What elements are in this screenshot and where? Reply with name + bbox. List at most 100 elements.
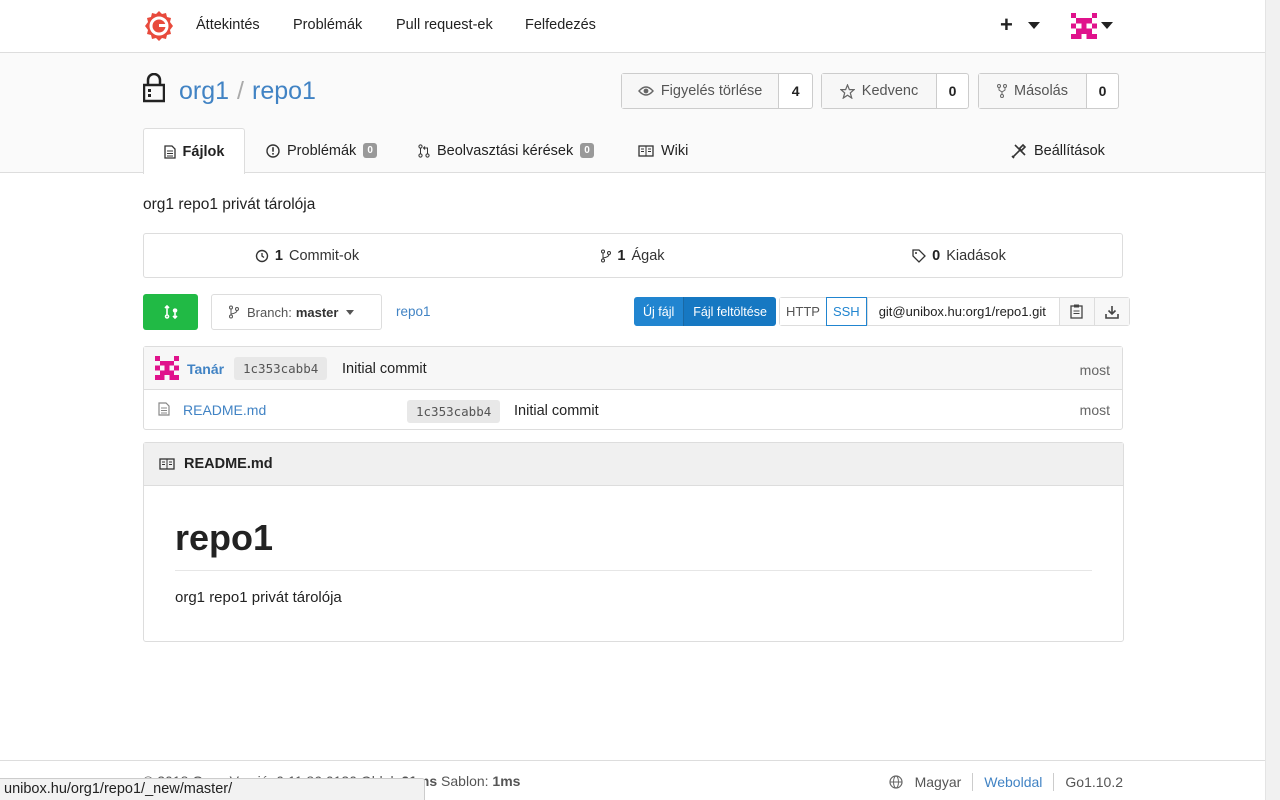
nav-issues[interactable]: Problémák [293,17,362,33]
readme-body: org1 repo1 privát tárolója [175,589,342,606]
new-file-button[interactable]: Új fájl [634,297,684,326]
fork-icon [997,84,1007,98]
clone-panel: HTTP SSH git@unibox.hu:org1/repo1.git [779,297,1130,326]
commit-author-avatar[interactable] [155,356,179,380]
git-pull-request-icon [418,143,430,158]
repo-header: org1/repo1 Figyelés törlése 4 Kedvenc 0 … [0,53,1265,174]
chevron-down-icon [346,309,355,315]
tab-settings[interactable]: Beállítások [1011,128,1105,173]
book-icon [159,458,175,470]
latest-commit-row: Tanár 1c353cabb4 Initial commit most [144,347,1122,390]
unwatch-label: Figyelés törlése [660,83,763,99]
star-button-group: Kedvenc 0 [821,73,969,109]
fork-button[interactable]: Másolás [979,74,1087,108]
footer-divider [1053,773,1055,791]
tab-issues-label: Problémák [287,142,357,159]
readme-heading: repo1 [175,517,274,558]
watchers-count[interactable]: 4 [779,74,812,108]
clipboard-icon [1070,304,1083,319]
tab-wiki[interactable]: Wiki [638,128,688,173]
branches-label: Ágak [631,247,665,264]
file-commit-time: most [1079,402,1110,418]
tab-pulls-label: Beolvasztási kérések [437,142,574,159]
unwatch-button[interactable]: Figyelés törlése [622,74,780,108]
website-link[interactable]: Weboldal [984,774,1042,790]
http-clone-button[interactable]: HTTP [780,298,826,325]
commits-count: 1 [274,247,283,264]
repo-owner-link[interactable]: org1 [179,77,229,105]
browser-status-bar: unibox.hu/org1/repo1/_new/master/ [0,778,425,800]
git-branch-icon [601,249,612,263]
download-archive-button[interactable] [1093,298,1129,325]
clone-url-input[interactable]: git@unibox.hu:org1/repo1.git [866,298,1059,325]
releases-count: 0 [932,247,941,264]
branch-selector[interactable]: Branch: master [211,294,382,330]
readme-panel: README.md repo1 org1 repo1 privát tároló… [143,442,1124,642]
file-actions-group: Új fájl Fájl feltöltése [634,297,776,326]
file-text-icon [163,144,176,159]
user-dropdown-caret-icon[interactable] [1101,22,1113,29]
nav-pulls[interactable]: Pull request-ek [396,17,493,33]
create-new-plus-icon[interactable]: + [1000,14,1013,36]
nav-dashboard[interactable]: Áttekintés [196,17,260,33]
tab-issues[interactable]: Problémák 0 [266,128,377,173]
ssh-clone-button[interactable]: SSH [825,297,867,326]
copy-clone-url-button[interactable] [1058,298,1094,325]
create-dropdown-caret-icon[interactable] [1028,22,1040,29]
readme-filename: README.md [184,456,273,472]
releases-stat-link[interactable]: 0 Kiadások [796,234,1122,277]
fork-button-group: Másolás 0 [978,73,1119,109]
forks-count[interactable]: 0 [1087,74,1118,108]
file-row: README.md 1c353cabb4 Initial commit most [144,390,1122,430]
file-table: Tanár 1c353cabb4 Initial commit most REA… [143,346,1123,430]
file-commit-sha-link[interactable]: 1c353cabb4 [407,400,501,423]
tab-pull-requests[interactable]: Beolvasztási kérések 0 [418,128,594,173]
pulls-count-badge: 0 [580,143,594,158]
commit-sha-link[interactable]: 1c353cabb4 [234,357,328,380]
repo-name-link[interactable]: repo1 [252,77,316,105]
breadcrumb-repo-link[interactable]: repo1 [396,304,431,319]
repo-stats-bar: 1 Commit-ok 1 Ágak 0 Kiadások [143,233,1123,278]
history-icon [255,249,269,263]
file-text-icon [158,402,170,416]
file-commit-message[interactable]: Initial commit [514,403,599,419]
compare-button[interactable] [143,294,198,330]
page-scrollbar[interactable] [1265,0,1280,800]
branches-stat-link[interactable]: 1 Ágak [470,234,796,277]
stars-count[interactable]: 0 [937,74,968,108]
go-version: Go1.10.2 [1065,774,1123,790]
tab-files[interactable]: Fájlok [143,128,245,174]
branches-count: 1 [617,247,626,264]
fork-label: Másolás [1014,83,1068,99]
readme-header: README.md [144,443,1123,486]
download-icon [1104,305,1119,319]
git-branch-icon [229,305,239,319]
gogs-logo-icon[interactable] [143,10,175,42]
commit-author-link[interactable]: Tanár [187,361,224,377]
file-name-link[interactable]: README.md [183,402,266,418]
language-selector[interactable]: Magyar [915,774,962,790]
upload-file-button[interactable]: Fájl feltöltése [683,297,776,326]
tab-files-label: Fájlok [182,143,225,160]
git-compare-icon [163,304,178,320]
star-icon [839,83,855,99]
nav-explore[interactable]: Felfedezés [525,17,596,33]
branch-prefix: Branch: [247,304,292,320]
repo-title: org1 / repo1 [179,77,316,106]
watch-button-group: Figyelés törlése 4 [621,73,813,109]
issue-opened-icon [266,143,280,158]
commits-label: Commit-ok [288,247,360,264]
footer-divider [972,773,974,791]
private-lock-icon [143,73,165,103]
commit-time: most [1079,362,1110,378]
eye-icon [637,85,654,97]
tab-settings-label: Beállítások [1034,142,1105,159]
star-button[interactable]: Kedvenc [822,74,937,108]
commits-stat-link[interactable]: 1 Commit-ok [144,234,470,277]
issues-count-badge: 0 [363,143,377,158]
user-avatar[interactable] [1071,13,1097,39]
book-icon [638,144,654,157]
footer-template-text: Sablon: [437,773,493,789]
releases-label: Kiadások [946,247,1006,264]
commit-message: Initial commit [342,361,427,377]
